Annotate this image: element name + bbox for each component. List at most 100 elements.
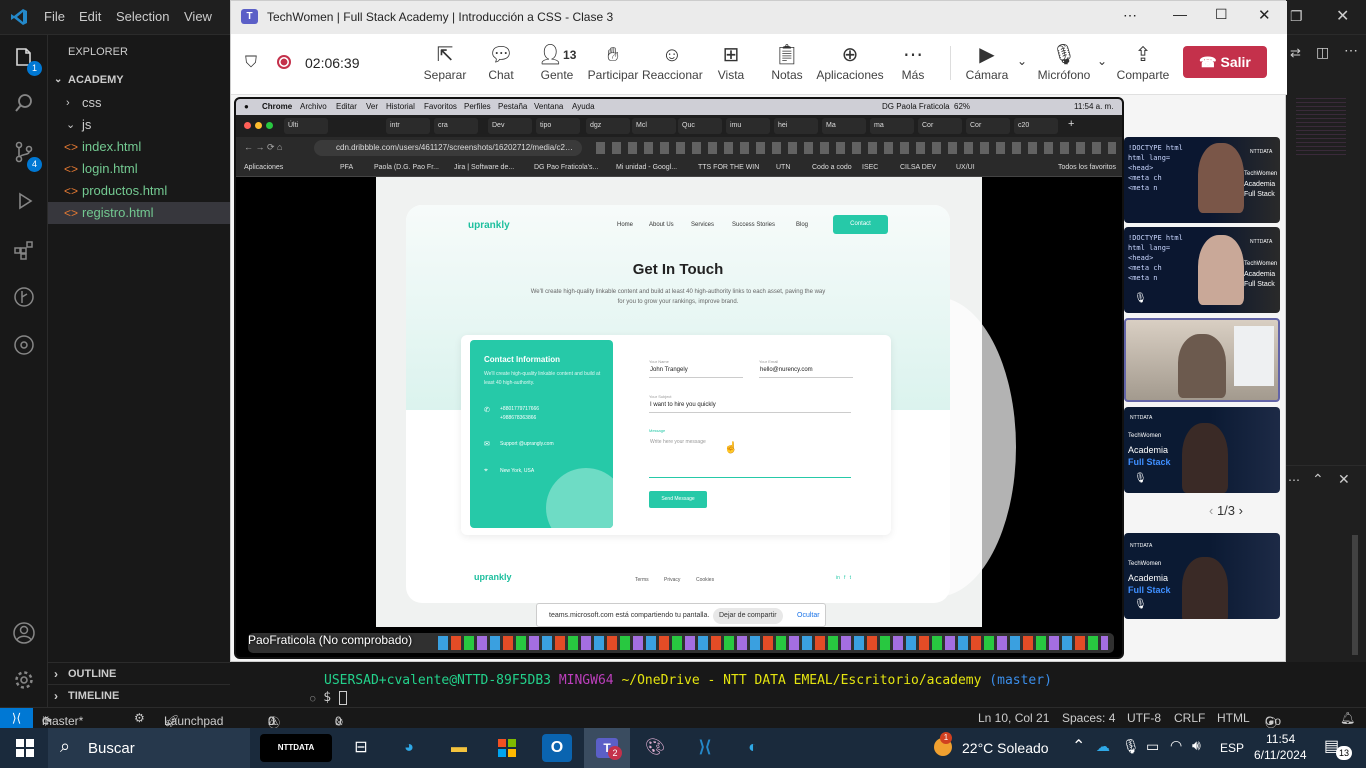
eol-status[interactable]: CRLF bbox=[1174, 711, 1205, 725]
terminal-panel[interactable]: USERSAD+cvalente@NTTD-89F5DB3 MINGW64 ~/… bbox=[230, 662, 1366, 707]
tree-item-login-html[interactable]: <> login.html bbox=[48, 158, 230, 180]
teams-taskbar-icon[interactable]: T 2 bbox=[584, 728, 630, 768]
store-icon[interactable] bbox=[492, 734, 522, 762]
windows-start-icon[interactable] bbox=[10, 734, 40, 762]
weather-text[interactable]: 22°C Soleado bbox=[962, 740, 1049, 756]
raise-hand-button[interactable]: ✋︎ Participar bbox=[583, 42, 643, 82]
run-debug-icon[interactable] bbox=[10, 190, 38, 218]
site-logo: uprankly bbox=[468, 220, 510, 231]
source-control-icon[interactable]: 4 bbox=[10, 141, 42, 172]
edge-icon[interactable]: ◕ bbox=[394, 734, 424, 762]
next-page-icon[interactable]: › bbox=[1239, 503, 1243, 518]
outline-section[interactable]: › OUTLINE bbox=[48, 662, 230, 684]
cursor-position[interactable]: Ln 10, Col 21 bbox=[978, 711, 1049, 725]
debug-status-icon[interactable]: ⚙ bbox=[134, 711, 145, 725]
participant-tile[interactable]: !DOCTYPE html html lang= <head> <meta ch <me… bbox=[1124, 227, 1280, 313]
clock-time[interactable]: 11:54 bbox=[1266, 732, 1295, 746]
participant-tile[interactable]: NTTDATA TechWomen Academia Full Stack 🎙︎ bbox=[1124, 533, 1280, 619]
url-field: cdn.dribbble.com/users/461127/screenshot… bbox=[314, 140, 582, 156]
encoding-status[interactable]: UTF-8 bbox=[1127, 711, 1161, 725]
tree-item-css[interactable]: › css bbox=[48, 92, 230, 114]
outlook-icon[interactable]: O bbox=[542, 734, 572, 762]
contact-location: New York, USA bbox=[500, 468, 535, 474]
react-button[interactable]: ☺ Reaccionar bbox=[642, 42, 703, 82]
menu-edit[interactable]: Edit bbox=[79, 9, 101, 24]
remote-explorer-icon[interactable] bbox=[10, 334, 38, 362]
close-icon[interactable]: ✕ bbox=[1336, 6, 1349, 26]
extensions-icon[interactable] bbox=[10, 239, 38, 267]
participant-tile[interactable]: NTTDATA TechWomen Academia Full Stack 🎙︎ bbox=[1124, 407, 1280, 493]
site-mockup: uprankly Home About Us Services Success … bbox=[406, 205, 950, 603]
language-indicator[interactable]: ESP bbox=[1220, 741, 1244, 755]
camera-button[interactable]: ▶ Cámara bbox=[957, 42, 1017, 82]
tree-item-index-html[interactable]: <> index.html bbox=[48, 136, 230, 158]
remote-indicator[interactable]: ⟩⟨ bbox=[0, 708, 33, 728]
panel-more-icon[interactable]: ⋯ bbox=[1288, 473, 1300, 487]
scm-badge: 4 bbox=[27, 157, 42, 172]
settings-gear-icon[interactable] bbox=[10, 669, 38, 697]
search-icon: ⌕ bbox=[60, 736, 71, 756]
view-button[interactable]: ⊞ Vista bbox=[701, 42, 761, 82]
restore-icon[interactable]: ❐ bbox=[1290, 8, 1303, 25]
mic-options-chevron-icon[interactable]: ⌄ bbox=[1097, 54, 1107, 68]
volume-icon[interactable]: 🔊︎ bbox=[1192, 737, 1201, 754]
ntt-data-app[interactable]: NTTDATA bbox=[260, 734, 332, 762]
maximize-panel-icon[interactable]: ⌃ bbox=[1312, 471, 1324, 488]
shield-icon[interactable]: ⛉ bbox=[245, 54, 257, 72]
close-window-icon[interactable]: ✕ bbox=[1258, 6, 1271, 24]
clock-date[interactable]: 6/11/2024 bbox=[1254, 748, 1307, 762]
maximize-icon[interactable]: ☐ bbox=[1215, 6, 1228, 23]
prev-page-icon[interactable]: ‹ bbox=[1209, 503, 1217, 518]
notes-button[interactable]: 📋︎ Notas bbox=[757, 42, 817, 82]
popout-button[interactable]: ⇱ Separar bbox=[415, 42, 475, 82]
tree-item-js[interactable]: ⌄ js bbox=[48, 114, 230, 136]
camera-options-chevron-icon[interactable]: ⌄ bbox=[1017, 54, 1027, 68]
indentation-status[interactable]: Spaces: 4 bbox=[1062, 711, 1115, 725]
notifications-count: 13 bbox=[1336, 746, 1352, 760]
timeline-section[interactable]: › TIMELINE bbox=[48, 684, 230, 706]
microphone-tray-icon[interactable]: 🎙︎ bbox=[1122, 738, 1140, 755]
paint-icon[interactable]: 🎨︎ bbox=[640, 734, 670, 762]
teams-logo-icon: T bbox=[241, 9, 258, 24]
account-icon[interactable] bbox=[10, 621, 38, 649]
chat-button[interactable]: 💬︎ Chat bbox=[471, 42, 531, 82]
git-graph-icon[interactable] bbox=[10, 286, 38, 314]
microphone-button[interactable]: 🎙︎ Micrófono bbox=[1035, 42, 1093, 82]
close-panel-icon[interactable]: ✕ bbox=[1338, 471, 1350, 488]
search-icon[interactable] bbox=[10, 92, 38, 120]
more-button[interactable]: ⋯ Más bbox=[883, 42, 943, 82]
minimize-icon[interactable]: — bbox=[1173, 6, 1187, 22]
subject-value: I want to hire you quickly bbox=[650, 402, 716, 408]
file-explorer-icon[interactable]: ▬ bbox=[444, 734, 474, 762]
menu-view[interactable]: View bbox=[184, 9, 212, 24]
participant-tile[interactable]: !DOCTYPE html html lang= <head> <meta ch <me… bbox=[1124, 137, 1280, 223]
scrollbar[interactable] bbox=[1352, 535, 1358, 655]
share-button[interactable]: ⇪ Comparte bbox=[1113, 42, 1173, 82]
language-status[interactable]: HTML bbox=[1217, 711, 1250, 725]
taskbar-search[interactable]: ⌕ Buscar bbox=[48, 728, 250, 768]
tree-item-registro-html[interactable]: <> registro.html bbox=[48, 202, 230, 224]
menu-selection[interactable]: Selection bbox=[116, 9, 169, 24]
tile-text: Academia bbox=[1244, 181, 1276, 188]
more-options-icon[interactable]: ⋯ bbox=[1123, 7, 1137, 24]
menu-file[interactable]: File bbox=[44, 9, 65, 24]
tree-item-productos-html[interactable]: <> productos.html bbox=[48, 180, 230, 202]
leave-button[interactable]: ☎ Salir bbox=[1183, 46, 1267, 78]
explorer-icon[interactable]: 1 bbox=[10, 45, 42, 76]
people-button[interactable]: 👤︎13 Gente bbox=[527, 42, 587, 82]
split-editor-icon[interactable]: ⇄ bbox=[1290, 45, 1301, 61]
tray-chevron-up-icon[interactable]: ⌃ bbox=[1072, 736, 1085, 756]
notifications-icon[interactable]: 🔔︎ bbox=[1340, 711, 1355, 725]
participant-tile-speaking[interactable] bbox=[1124, 318, 1280, 402]
split-view-icon[interactable]: ◫ bbox=[1316, 44, 1329, 61]
project-folder[interactable]: ⌄ ACADEMY bbox=[48, 69, 230, 91]
azure-vpn-icon[interactable]: ◐ bbox=[738, 734, 768, 762]
more-actions-icon[interactable]: ⋯ bbox=[1344, 42, 1358, 59]
onedrive-icon[interactable]: ☁ bbox=[1096, 738, 1110, 755]
bookmark: Paola (D.G. Pao Fr... bbox=[374, 164, 439, 171]
apps-button[interactable]: ⊕ Aplicaciones bbox=[813, 42, 887, 82]
wifi-icon[interactable]: ◠ bbox=[1170, 737, 1182, 754]
battery-icon[interactable]: ▭ bbox=[1146, 738, 1159, 755]
task-view-icon[interactable]: ⊟ bbox=[346, 734, 376, 762]
vscode-taskbar-icon[interactable]: ⟩⟨ bbox=[690, 734, 720, 762]
